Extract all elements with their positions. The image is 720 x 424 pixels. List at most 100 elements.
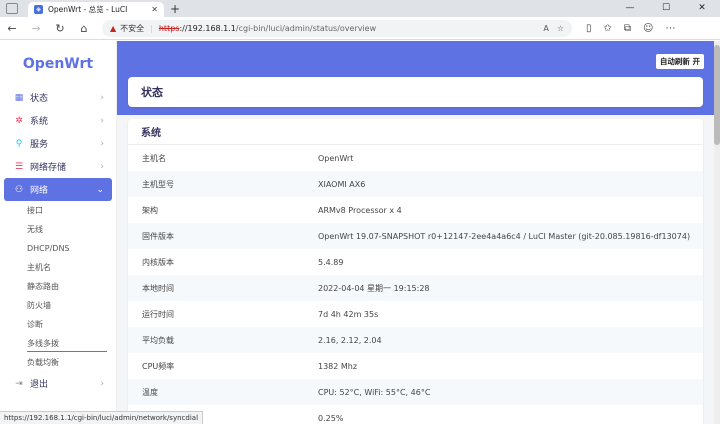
url-host: ://192.168.1.1 [179, 23, 236, 33]
page-title: 状态 [128, 77, 703, 107]
submenu-item-wireless[interactable]: 无线 [0, 220, 116, 239]
row-key: 主机名 [142, 153, 166, 163]
row-value: 2022-04-04 星期一 19:15:28 [318, 283, 430, 293]
url-path: /cgi-bin/luci/admin/status/overview [235, 23, 377, 33]
network-icon: ⚇ [14, 184, 24, 195]
more-menu-icon[interactable]: ⋯ [665, 23, 675, 34]
back-button[interactable]: ← [0, 22, 24, 35]
row-value: OpenWrt [318, 153, 354, 163]
sidebar-item-label: 网络存储 [30, 163, 67, 173]
row-key: 本地时间 [142, 283, 174, 293]
table-row: 运行时间 7d 4h 42m 35s [128, 301, 703, 327]
url-input[interactable]: ▲ 不安全 | https ://192.168.1.1 /cgi-bin/lu… [102, 19, 572, 37]
gear-icon: ✲ [15, 115, 23, 126]
sidebar-item-label: 状态 [30, 94, 49, 104]
toolbar-icons: ▯ ✩ ⧉ ☺ ⋯ [586, 23, 675, 34]
sidebar: OpenWrt ▦ 状态 › ✲ 系统 › ⚲ 服务 › ☰ 网络存储 › ⚇ … [0, 41, 117, 424]
table-row: 内核版本 5.4.89 [128, 249, 703, 275]
new-tab-button[interactable]: + [170, 2, 180, 17]
openwrt-favicon-icon: ◈ [34, 5, 43, 14]
sidebar-item-label: 退出 [30, 380, 49, 390]
chevron-right-icon: › [100, 92, 104, 103]
row-value: XIAOMI AX6 [318, 179, 366, 189]
table-row: 平均负载 2.16, 2.12, 2.04 [128, 327, 703, 353]
plug-icon: ⚲ [15, 138, 23, 149]
status-link-preview: https://192.168.1.1/cgi-bin/luci/admin/n… [0, 411, 204, 424]
split-screen-icon[interactable]: ▯ [586, 23, 592, 34]
sidebar-item-label: 网络 [30, 186, 49, 196]
system-table: 主机名 OpenWrt 主机型号 XIAOMI AX6 架构 ARMv8 Proces… [128, 145, 703, 424]
chevron-right-icon: › [100, 138, 104, 149]
chevron-down-icon: ⌄ [96, 184, 104, 195]
chevron-right-icon: › [100, 161, 104, 172]
table-row: CPU频率 1382 Mhz [128, 353, 703, 379]
submenu-item-diagnostics[interactable]: 诊断 [0, 315, 116, 334]
home-button[interactable]: ⌂ [72, 22, 96, 35]
row-value: 1382 Mhz [318, 361, 358, 371]
browser-tab[interactable]: ◈ OpenWrt - 总览 - LuCI ✕ [28, 2, 164, 17]
tab-title: OpenWrt - 总览 - LuCI [48, 5, 128, 14]
read-aloud-icon[interactable]: A [543, 24, 548, 33]
submenu-item-firewall[interactable]: 防火墙 [0, 296, 116, 315]
row-key: 主机型号 [142, 179, 174, 189]
table-row: 本地时间 2022-04-04 星期一 19:15:28 [128, 275, 703, 301]
luci-page: OpenWrt ▦ 状态 › ✲ 系统 › ⚲ 服务 › ☰ 网络存储 › ⚇ … [0, 41, 720, 424]
chevron-right-icon: › [100, 115, 104, 126]
table-row: 温度 CPU: 52°C, WiFi: 55°C, 46°C [128, 379, 703, 405]
row-key: 固件版本 [142, 231, 174, 241]
row-value: OpenWrt 19.07-SNAPSHOT r0+12147-2ee4a4a6… [318, 231, 691, 241]
sidebar-item-nas[interactable]: ☰ 网络存储 › [4, 155, 112, 178]
forward-button[interactable]: → [24, 22, 48, 35]
favorites-icon[interactable]: ✩ [604, 23, 612, 34]
minimize-button[interactable]: — [612, 0, 648, 16]
openwrt-logo[interactable]: OpenWrt [0, 41, 116, 86]
database-icon: ☰ [14, 161, 24, 172]
warning-icon[interactable]: ▲ [110, 24, 116, 33]
sidebar-item-status[interactable]: ▦ 状态 › [4, 86, 112, 109]
sidebar-item-logout[interactable]: ⇥ 退出 › [4, 372, 112, 395]
sidebar-item-label: 服务 [30, 140, 49, 150]
maximize-button[interactable]: ☐ [648, 0, 684, 16]
collections-icon[interactable]: ⧉ [624, 23, 631, 34]
row-key: 运行时间 [142, 309, 174, 319]
sidebar-item-services[interactable]: ⚲ 服务 › [4, 132, 112, 155]
submenu-item-load-balancing[interactable]: 负载均衡 [0, 353, 116, 372]
browser-tab-bar: ◈ OpenWrt - 总览 - LuCI ✕ + — ☐ ✕ [0, 0, 720, 17]
tab-actions-icon[interactable] [6, 3, 18, 14]
dashboard-icon: ▦ [14, 92, 24, 103]
submenu-item-static-routes[interactable]: 静态路由 [0, 277, 116, 296]
submenu-item-syncdial[interactable]: 多线多拨 [0, 334, 116, 353]
window-controls: — ☐ ✕ [612, 0, 720, 16]
profile-icon[interactable]: ☺ [643, 23, 653, 34]
auto-refresh-button[interactable]: 自动刷新 开 [655, 54, 704, 69]
row-key: CPU频率 [142, 361, 175, 371]
submenu-item-dhcp-dns[interactable]: DHCP/DNS [0, 239, 116, 258]
chevron-right-icon: › [100, 378, 104, 389]
omnibox-actions: A ☆ [543, 24, 564, 33]
row-key: 平均负载 [142, 335, 174, 345]
url-scheme: https [158, 23, 180, 33]
submenu-item-hostnames[interactable]: 主机名 [0, 258, 116, 277]
row-value: CPU: 52°C, WiFi: 55°C, 46°C [318, 387, 431, 397]
submenu-item-interfaces[interactable]: 接口 [0, 201, 116, 220]
table-row: 率（%）0.25% [128, 405, 703, 424]
row-value: 2.16, 2.12, 2.04 [318, 335, 382, 345]
favorite-star-icon[interactable]: ☆ [557, 24, 564, 33]
tab-close-icon[interactable]: ✕ [151, 5, 158, 14]
sidebar-item-label: 系统 [30, 117, 49, 127]
security-label[interactable]: 不安全 [120, 23, 144, 34]
table-row: 架构 ARMv8 Processor x 4 [128, 197, 703, 223]
table-row: 固件版本 OpenWrt 19.07-SNAPSHOT r0+12147-2ee4… [128, 223, 703, 249]
sidebar-item-system[interactable]: ✲ 系统 › [4, 109, 112, 132]
row-key: 内核版本 [142, 257, 174, 267]
logout-icon: ⇥ [15, 378, 23, 389]
page-scrollbar[interactable] [714, 41, 720, 424]
table-row: 主机名 OpenWrt [128, 145, 703, 171]
sidebar-item-network[interactable]: ⚇ 网络 ⌄ [4, 178, 112, 201]
row-key: 温度 [142, 387, 158, 397]
scroll-thumb[interactable] [714, 45, 720, 145]
row-value: 5.4.89 [318, 257, 344, 267]
section-title: 系统 [128, 119, 703, 145]
close-window-button[interactable]: ✕ [684, 0, 720, 16]
reload-button[interactable]: ↻ [48, 22, 72, 35]
